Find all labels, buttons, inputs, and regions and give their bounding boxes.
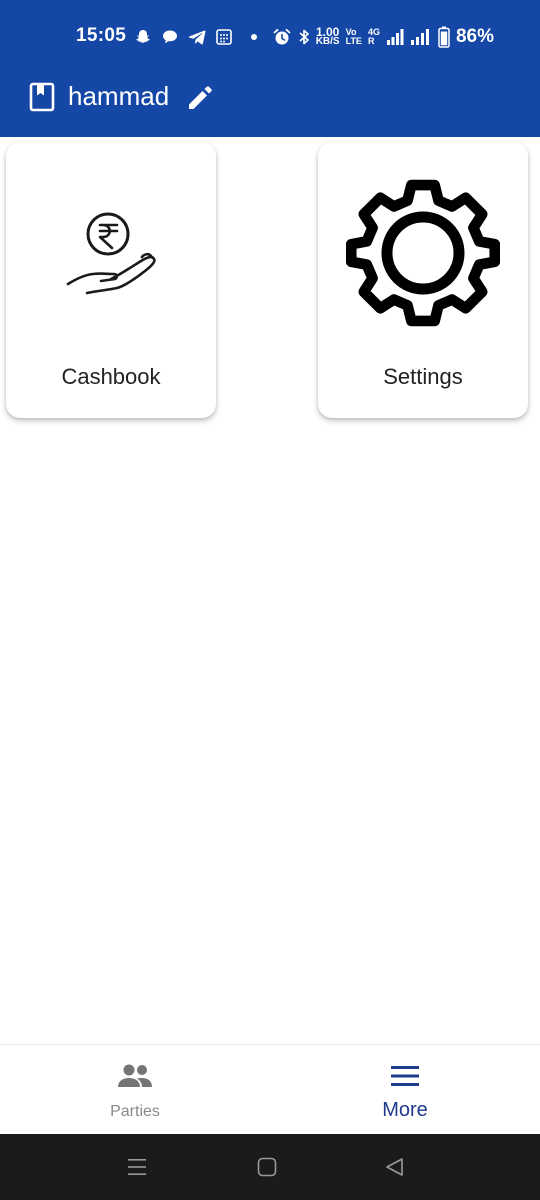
nav-item-more[interactable]: More [270, 1045, 540, 1135]
battery-icon [438, 26, 450, 48]
status-time: 15:05 [76, 25, 127, 46]
notification-icons [134, 26, 258, 48]
home-icon[interactable] [256, 1156, 278, 1183]
bluetooth-icon [298, 27, 310, 47]
settings-card[interactable]: Settings [318, 142, 528, 418]
calendar-icon [215, 28, 233, 46]
app-bar: hammad [0, 68, 540, 137]
nav-label-parties: Parties [110, 1103, 160, 1120]
dot-icon [250, 33, 258, 41]
nav-item-parties[interactable]: Parties [0, 1045, 270, 1135]
recent-apps-icon[interactable] [126, 1156, 148, 1183]
system-navigation-bar [0, 1134, 540, 1200]
chat-bubble-icon [161, 28, 179, 46]
status-bar: 15:05 1.00 KB/S Vo LTE 4G R 86% [0, 0, 540, 68]
signal-icon [386, 28, 404, 46]
network-type-indicator: 4G R [367, 27, 380, 46]
bottom-navigation: Parties More [0, 1044, 540, 1134]
battery-percentage: 86% [455, 26, 494, 47]
volte-indicator: Vo LTE [345, 27, 362, 46]
pencil-icon[interactable] [185, 82, 215, 117]
rupee-hand-icon [62, 210, 162, 305]
cashbook-card[interactable]: Cashbook [6, 142, 216, 418]
cashbook-label: Cashbook [61, 364, 161, 389]
people-icon [117, 1063, 153, 1094]
app-screen: 15:05 1.00 KB/S Vo LTE 4G R 86% hammad C… [0, 0, 540, 1200]
account-name[interactable]: hammad [68, 81, 169, 112]
network-speed: 1.00 KB/S [315, 25, 340, 47]
book-icon[interactable] [29, 82, 55, 117]
alarm-icon [272, 27, 292, 47]
system-status-icons: 1.00 KB/S Vo LTE 4G R 86% [272, 26, 494, 48]
nav-label-more: More [382, 1099, 428, 1121]
telegram-icon [188, 28, 206, 46]
gear-icon [345, 176, 501, 335]
back-icon[interactable] [384, 1156, 406, 1183]
menu-icon [389, 1063, 421, 1094]
signal-icon [410, 28, 432, 46]
settings-label: Settings [383, 364, 463, 389]
snapchat-icon [134, 28, 152, 46]
